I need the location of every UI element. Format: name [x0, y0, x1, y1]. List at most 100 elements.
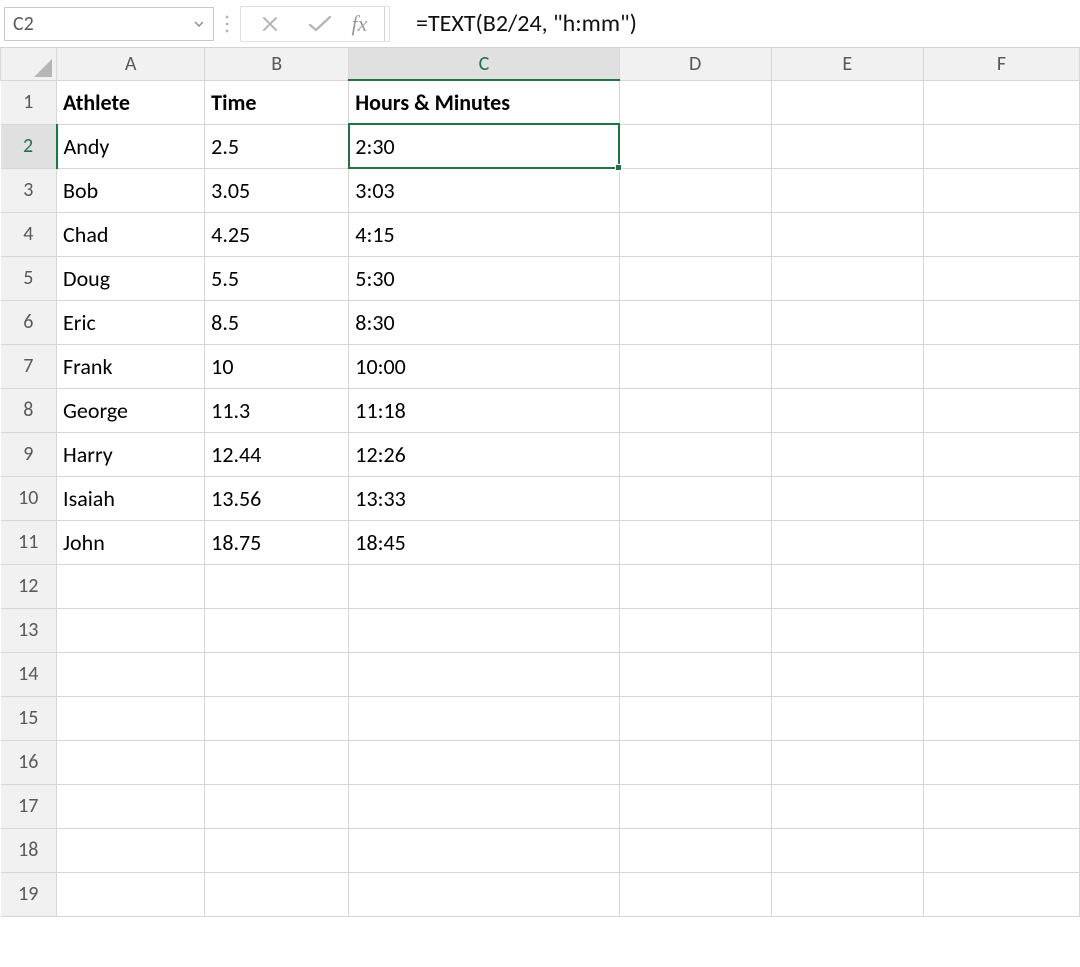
row-header[interactable]: 6 — [1, 300, 57, 344]
cell[interactable] — [349, 608, 619, 652]
row-header[interactable]: 14 — [1, 652, 57, 696]
cell[interactable] — [205, 696, 349, 740]
cell[interactable] — [771, 520, 923, 564]
cell[interactable] — [619, 740, 771, 784]
cell[interactable]: 10:00 — [349, 344, 619, 388]
cell[interactable] — [619, 344, 771, 388]
cell[interactable] — [923, 168, 1079, 212]
cell[interactable] — [923, 564, 1079, 608]
cell[interactable] — [923, 476, 1079, 520]
cell[interactable]: Hours & Minutes — [349, 80, 619, 124]
cell[interactable] — [771, 828, 923, 872]
cell[interactable]: Frank — [57, 344, 205, 388]
cell[interactable]: Doug — [57, 256, 205, 300]
row-header[interactable]: 8 — [1, 388, 57, 432]
row-header[interactable]: 7 — [1, 344, 57, 388]
cell[interactable] — [619, 212, 771, 256]
cell[interactable]: John — [57, 520, 205, 564]
cell[interactable] — [205, 872, 349, 916]
name-box[interactable]: C2 — [4, 7, 214, 41]
cell[interactable]: 8.5 — [205, 300, 349, 344]
cell[interactable]: Eric — [57, 300, 205, 344]
cell[interactable] — [619, 388, 771, 432]
name-box-dropdown-icon[interactable] — [193, 18, 205, 30]
cell[interactable]: 11.3 — [205, 388, 349, 432]
cell[interactable] — [771, 784, 923, 828]
col-header-D[interactable]: D — [619, 48, 771, 80]
cell[interactable] — [619, 476, 771, 520]
cell[interactable] — [923, 80, 1079, 124]
cell[interactable] — [771, 344, 923, 388]
row-header[interactable]: 10 — [1, 476, 57, 520]
insert-function-button[interactable]: fx — [345, 7, 385, 41]
cell[interactable]: 12:26 — [349, 432, 619, 476]
cell[interactable] — [349, 872, 619, 916]
cell[interactable] — [771, 212, 923, 256]
row-header[interactable]: 9 — [1, 432, 57, 476]
cell[interactable]: Andy — [57, 124, 205, 168]
cell[interactable] — [349, 696, 619, 740]
cell[interactable]: 4.25 — [205, 212, 349, 256]
cell[interactable] — [349, 564, 619, 608]
cell[interactable] — [771, 476, 923, 520]
cell[interactable] — [619, 520, 771, 564]
cell[interactable]: Harry — [57, 432, 205, 476]
cell[interactable] — [923, 256, 1079, 300]
row-header[interactable]: 18 — [1, 828, 57, 872]
cell[interactable]: Chad — [57, 212, 205, 256]
cell[interactable]: 18.75 — [205, 520, 349, 564]
cell[interactable] — [619, 784, 771, 828]
cell[interactable] — [923, 828, 1079, 872]
row-header[interactable]: 1 — [1, 80, 57, 124]
cell[interactable]: 12.44 — [205, 432, 349, 476]
cell[interactable]: 8:30 — [349, 300, 619, 344]
cell[interactable] — [205, 828, 349, 872]
row-header[interactable]: 5 — [1, 256, 57, 300]
cell[interactable] — [619, 80, 771, 124]
cell[interactable]: 3:03 — [349, 168, 619, 212]
row-header[interactable]: 2 — [1, 124, 57, 168]
cell[interactable] — [619, 300, 771, 344]
cell[interactable] — [57, 740, 205, 784]
cell[interactable] — [771, 168, 923, 212]
col-header-F[interactable]: F — [923, 48, 1079, 80]
cell[interactable] — [619, 828, 771, 872]
cell[interactable] — [619, 872, 771, 916]
cell[interactable]: 4:15 — [349, 212, 619, 256]
cell[interactable] — [619, 608, 771, 652]
cell[interactable] — [771, 300, 923, 344]
cell[interactable]: 13:33 — [349, 476, 619, 520]
col-header-A[interactable]: A — [57, 48, 205, 80]
cell[interactable] — [771, 256, 923, 300]
cell[interactable] — [923, 784, 1079, 828]
cell[interactable] — [771, 388, 923, 432]
cell[interactable] — [349, 652, 619, 696]
cancel-button[interactable] — [245, 7, 295, 41]
enter-button[interactable] — [295, 7, 345, 41]
row-header[interactable]: 12 — [1, 564, 57, 608]
cell[interactable]: 11:18 — [349, 388, 619, 432]
cell[interactable] — [923, 652, 1079, 696]
cell[interactable] — [923, 872, 1079, 916]
row-header[interactable]: 4 — [1, 212, 57, 256]
cell[interactable] — [923, 344, 1079, 388]
cell[interactable]: Bob — [57, 168, 205, 212]
spreadsheet-grid[interactable]: A B C D E F 1 Athlete Time Hours & Minut… — [0, 48, 1080, 917]
cell[interactable] — [771, 124, 923, 168]
cell[interactable] — [923, 608, 1079, 652]
cell[interactable] — [205, 784, 349, 828]
cell[interactable] — [205, 652, 349, 696]
formula-input[interactable] — [398, 7, 1076, 41]
row-header[interactable]: 17 — [1, 784, 57, 828]
cell[interactable] — [923, 212, 1079, 256]
cell[interactable]: 5:30 — [349, 256, 619, 300]
cell[interactable] — [619, 652, 771, 696]
cell[interactable] — [923, 388, 1079, 432]
cell[interactable]: Isaiah — [57, 476, 205, 520]
cell[interactable] — [205, 608, 349, 652]
col-header-B[interactable]: B — [205, 48, 349, 80]
row-header[interactable]: 13 — [1, 608, 57, 652]
cell[interactable]: George — [57, 388, 205, 432]
cell[interactable] — [771, 696, 923, 740]
cell[interactable] — [619, 124, 771, 168]
